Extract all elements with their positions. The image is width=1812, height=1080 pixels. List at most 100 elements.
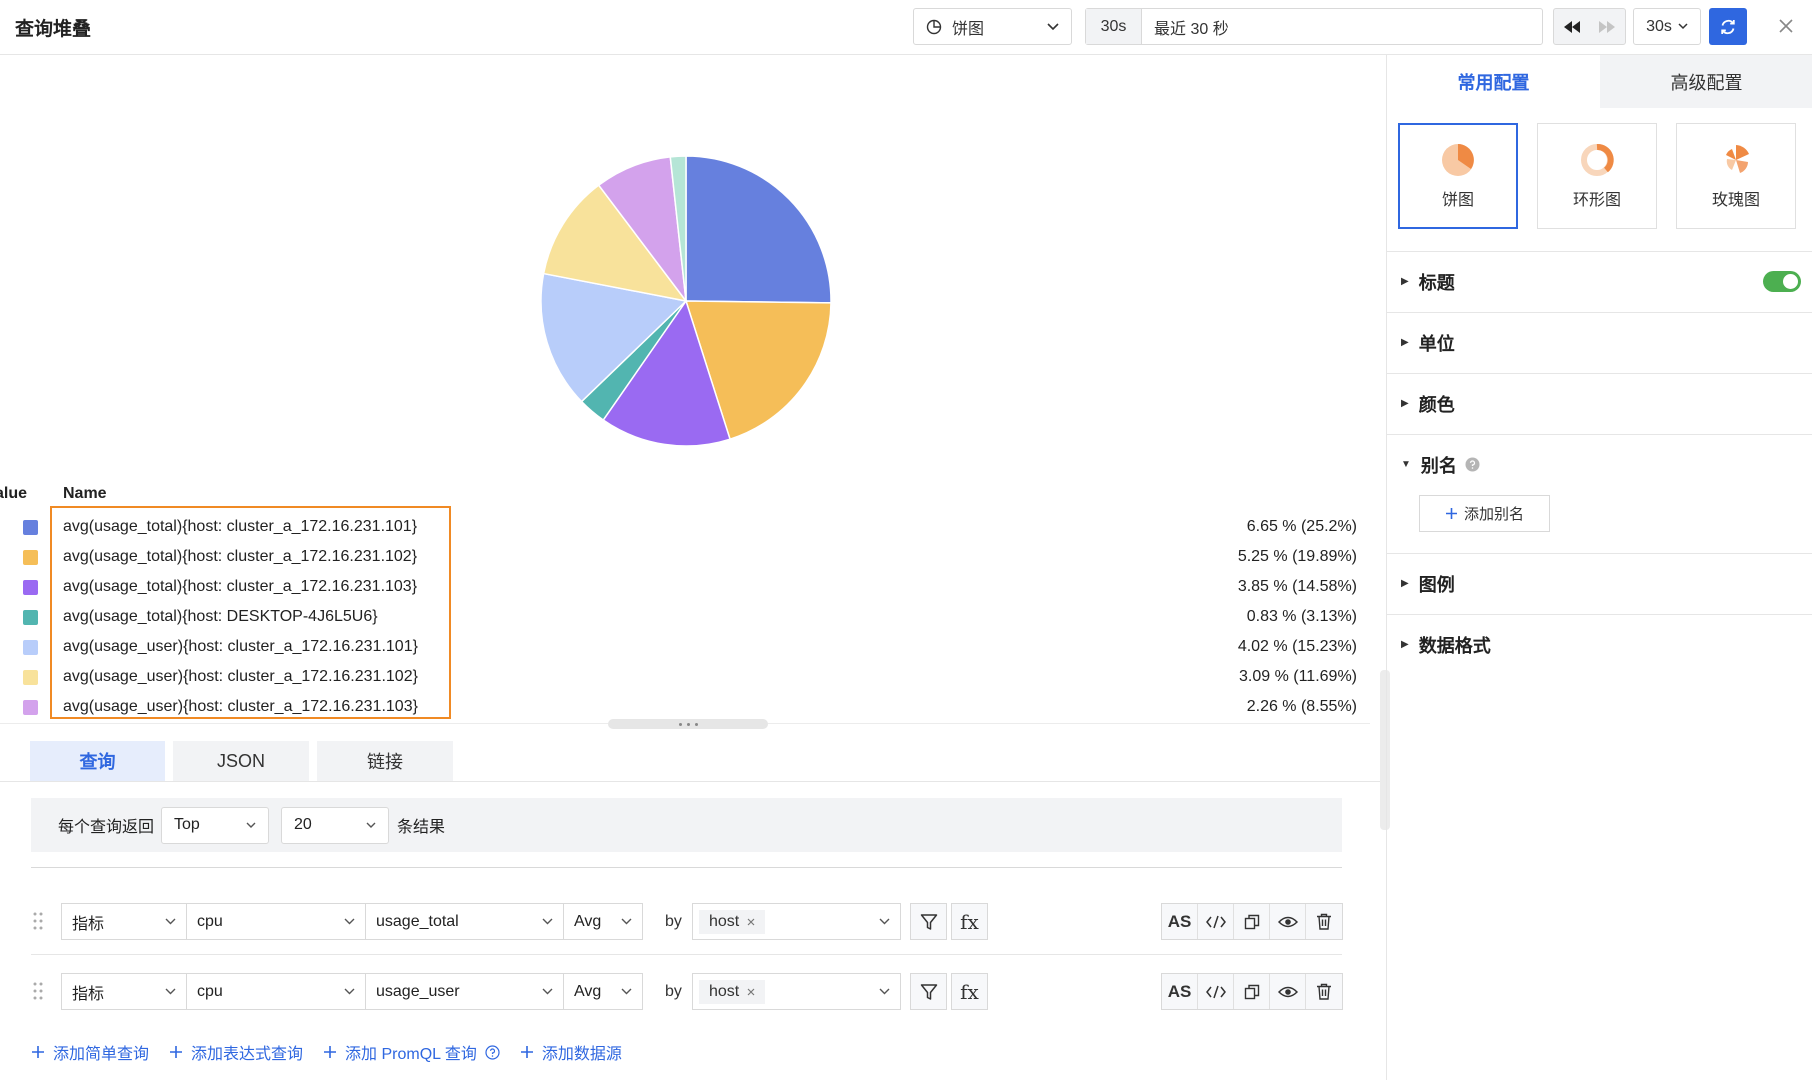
- pie-type-icon: [1442, 144, 1474, 176]
- caret-right-icon: ▶: [1401, 337, 1409, 348]
- field-select[interactable]: usage_user: [365, 973, 564, 1010]
- section-data-format-label: 数据格式: [1418, 635, 1491, 656]
- refresh-interval-select[interactable]: 30s: [1633, 8, 1701, 45]
- plus-icon: [170, 1046, 183, 1058]
- result-suffix: 条结果: [397, 819, 446, 836]
- order-select[interactable]: Top: [161, 806, 270, 844]
- drag-handle-icon[interactable]: [33, 911, 43, 931]
- section-unit[interactable]: ▶ 单位: [1387, 312, 1812, 372]
- filter-button[interactable]: [910, 903, 947, 940]
- close-button[interactable]: [1774, 14, 1798, 38]
- aggregation-select[interactable]: Avg: [563, 903, 643, 940]
- plus-icon: [520, 1046, 533, 1058]
- group-tag-label: host: [709, 912, 740, 930]
- legend-series-value: 3.85 % (14.58%): [1237, 578, 1357, 595]
- title-toggle[interactable]: [1763, 271, 1801, 292]
- legend-series-value: 3.09 % (11.69%): [1239, 668, 1357, 685]
- caret-right-icon: ▶: [1401, 578, 1409, 589]
- query-type-select[interactable]: 指标: [61, 903, 187, 940]
- function-button[interactable]: fx: [951, 973, 988, 1010]
- delete-button[interactable]: [1306, 904, 1342, 939]
- chevron-down-icon: [165, 988, 176, 995]
- chevron-down-icon: [344, 918, 355, 925]
- section-alias[interactable]: ▼ 别名: [1387, 434, 1812, 494]
- section-data-format[interactable]: ▶ 数据格式: [1387, 614, 1812, 674]
- tab-json[interactable]: JSON: [173, 741, 309, 781]
- help-icon[interactable]: [1465, 457, 1480, 472]
- function-button[interactable]: fx: [951, 903, 988, 940]
- alias-as-label: AS: [1167, 911, 1192, 931]
- plus-icon: [324, 1046, 337, 1058]
- section-title[interactable]: ▶ 标题: [1387, 251, 1812, 311]
- copy-button[interactable]: [1234, 974, 1270, 1009]
- measurement-select[interactable]: cpu: [186, 973, 366, 1010]
- filter-button[interactable]: [910, 973, 947, 1010]
- group-by-select[interactable]: host: [692, 973, 901, 1010]
- legend-series-value: 6.65 % (25.2%): [1246, 518, 1357, 535]
- visibility-button[interactable]: [1270, 904, 1306, 939]
- tag-close-icon[interactable]: [747, 988, 755, 996]
- chevron-down-icon: [246, 822, 256, 828]
- add-promql-query-label: 添加 PromQL 查询: [345, 1046, 477, 1063]
- alias-button[interactable]: AS: [1162, 904, 1198, 939]
- delete-button[interactable]: [1306, 974, 1342, 1009]
- query-row: 指标 cpu usage_user Avg by host fx AS: [31, 971, 1343, 1011]
- measurement-select[interactable]: cpu: [186, 903, 366, 940]
- query-type-select[interactable]: 指标: [61, 973, 187, 1010]
- add-simple-query-link[interactable]: 添加简单查询: [31, 1040, 149, 1064]
- chart-type-pie-card[interactable]: 饼图: [1398, 123, 1518, 229]
- by-label: by: [665, 912, 682, 930]
- query-row: 指标 cpu usage_total Avg by host fx AS: [31, 901, 1343, 941]
- legend-series-value: 5.25 % (19.89%): [1237, 548, 1357, 565]
- group-by-select[interactable]: host: [692, 903, 901, 940]
- legend-swatch: [23, 550, 38, 565]
- visibility-button[interactable]: [1270, 974, 1306, 1009]
- add-alias-button[interactable]: 添加别名: [1419, 495, 1550, 532]
- add-datasource-link[interactable]: 添加数据源: [520, 1040, 622, 1064]
- legend-series-value: 2.26 % (8.55%): [1246, 698, 1357, 715]
- chart-type-select[interactable]: 饼图: [913, 8, 1072, 45]
- tab-link[interactable]: 链接: [317, 741, 453, 781]
- aggregation-value: Avg: [574, 982, 602, 1000]
- field-value: usage_user: [376, 982, 460, 1000]
- group-tag-label: host: [709, 982, 740, 1000]
- legend-highlight-box: [50, 506, 451, 719]
- alias-button[interactable]: AS: [1162, 974, 1198, 1009]
- chevron-down-icon: [1678, 23, 1688, 30]
- tab-common-config[interactable]: 常用配置: [1387, 55, 1600, 108]
- section-color[interactable]: ▶ 颜色: [1387, 373, 1812, 433]
- trash-icon: [1317, 983, 1331, 1000]
- pie-slice[interactable]: [685, 155, 832, 304]
- chart-type-donut-card[interactable]: 环形图: [1537, 123, 1657, 229]
- drag-handle-icon[interactable]: [33, 981, 43, 1001]
- tag-close-icon[interactable]: [747, 918, 755, 926]
- legend-header-value: Value: [0, 485, 27, 502]
- refresh-button[interactable]: [1709, 8, 1747, 45]
- add-expression-query-link[interactable]: 添加表达式查询: [169, 1040, 303, 1064]
- time-short-label: 30s: [1086, 9, 1142, 44]
- field-select[interactable]: usage_total: [365, 903, 564, 940]
- tab-query[interactable]: 查询: [30, 741, 165, 781]
- code-button[interactable]: [1198, 904, 1234, 939]
- measurement-value: cpu: [197, 982, 223, 1000]
- chart-type-pie-label: 饼图: [1441, 192, 1474, 209]
- tab-advanced-config[interactable]: 高级配置: [1600, 55, 1812, 108]
- help-icon[interactable]: [485, 1044, 500, 1060]
- copy-button[interactable]: [1234, 904, 1270, 939]
- time-range-picker[interactable]: 30s 最近 30 秒: [1085, 8, 1543, 45]
- caret-right-icon: ▶: [1401, 398, 1409, 409]
- fast-forward-button[interactable]: [1590, 9, 1626, 44]
- add-promql-query-link[interactable]: 添加 PromQL 查询: [323, 1040, 500, 1064]
- section-legend[interactable]: ▶ 图例: [1387, 553, 1812, 613]
- chart-type-rose-card[interactable]: 玫瑰图: [1676, 123, 1796, 229]
- limit-select[interactable]: 20: [281, 806, 390, 844]
- plus-icon: [32, 1046, 44, 1058]
- rewind-button[interactable]: [1554, 9, 1590, 44]
- aggregation-select[interactable]: Avg: [563, 973, 643, 1010]
- chevron-down-icon: [165, 918, 176, 925]
- code-button[interactable]: [1198, 974, 1234, 1009]
- rewind-icon: [1563, 20, 1580, 33]
- legend-swatch: [23, 520, 38, 535]
- resize-handle[interactable]: [608, 719, 768, 729]
- return-settings-bar: 每个查询返回 Top 20 条结果: [31, 798, 1342, 852]
